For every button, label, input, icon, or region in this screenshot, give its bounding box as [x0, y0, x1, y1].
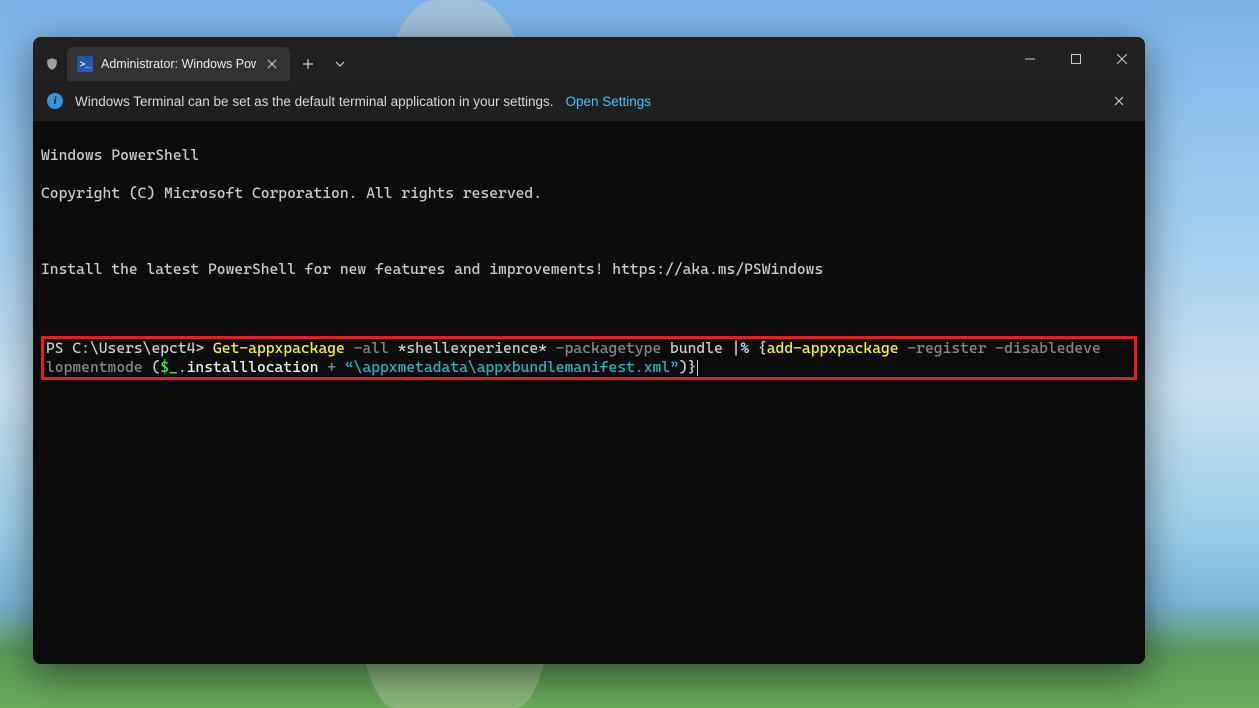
admin-shield-icon: [33, 37, 61, 81]
info-icon: i: [47, 93, 63, 109]
tok-param: -register -disabledeve: [899, 339, 1101, 357]
powershell-icon: >_: [77, 56, 93, 72]
prompt: PS C:\Users\epct4>: [46, 339, 213, 357]
titlebar-spacer[interactable]: [354, 37, 1007, 81]
info-bar: i Windows Terminal can be set as the def…: [33, 81, 1145, 121]
open-settings-link[interactable]: Open Settings: [566, 94, 652, 109]
tok-brace: }: [688, 358, 697, 376]
tok-operator: +: [318, 358, 344, 376]
tok-property: installlocation: [187, 358, 319, 376]
terminal-window: >_ Administrator: Windows Powe: [33, 37, 1145, 664]
window-controls: [1007, 37, 1145, 81]
terminal-blank: [41, 222, 1137, 241]
tab-label: Administrator: Windows Powe: [101, 57, 256, 71]
tabs-strip: >_ Administrator: Windows Powe: [61, 37, 290, 81]
tok-dot: .: [178, 358, 187, 376]
tok-param: -all: [345, 339, 389, 357]
maximize-button[interactable]: [1053, 37, 1099, 81]
terminal-line: Windows PowerShell: [41, 146, 1137, 165]
tok-string: “\appxmetadata\appxbundlemanifest.xml”: [345, 358, 679, 376]
tab-powershell[interactable]: >_ Administrator: Windows Powe: [67, 47, 290, 81]
tok-paren: ): [679, 358, 688, 376]
close-button[interactable]: [1099, 37, 1145, 81]
terminal-body[interactable]: Windows PowerShell Copyright (C) Microso…: [33, 121, 1145, 664]
tok-param: -packagetype: [547, 339, 661, 357]
tok-paren: (: [143, 358, 161, 376]
command-highlight: PS C:\Users\epct4> Get-appxpackage -all …: [41, 336, 1137, 380]
tok-arg: *shellexperience*: [389, 339, 547, 357]
titlebar: >_ Administrator: Windows Powe: [33, 37, 1145, 81]
tok-arg: bundle: [661, 339, 731, 357]
tok-cmdlet: Get-appxpackage: [213, 339, 345, 357]
terminal-line: Install the latest PowerShell for new fe…: [41, 260, 1137, 279]
tab-dropdown-button[interactable]: [326, 47, 354, 81]
new-tab-button[interactable]: [290, 47, 326, 81]
tok-param: lopmentmode: [46, 358, 143, 376]
tab-close-button[interactable]: [264, 56, 280, 72]
terminal-line: Copyright (C) Microsoft Corporation. All…: [41, 184, 1137, 203]
tok-foreach: %: [740, 339, 758, 357]
tok-variable: $_: [160, 358, 178, 376]
tok-cmdlet: add-appxpackage: [767, 339, 899, 357]
text-cursor: [697, 360, 698, 376]
dismiss-infobar-button[interactable]: [1107, 89, 1131, 113]
tok-brace: {: [758, 339, 767, 357]
terminal-blank: [41, 298, 1137, 317]
minimize-button[interactable]: [1007, 37, 1053, 81]
info-message: Windows Terminal can be set as the defau…: [75, 94, 554, 109]
